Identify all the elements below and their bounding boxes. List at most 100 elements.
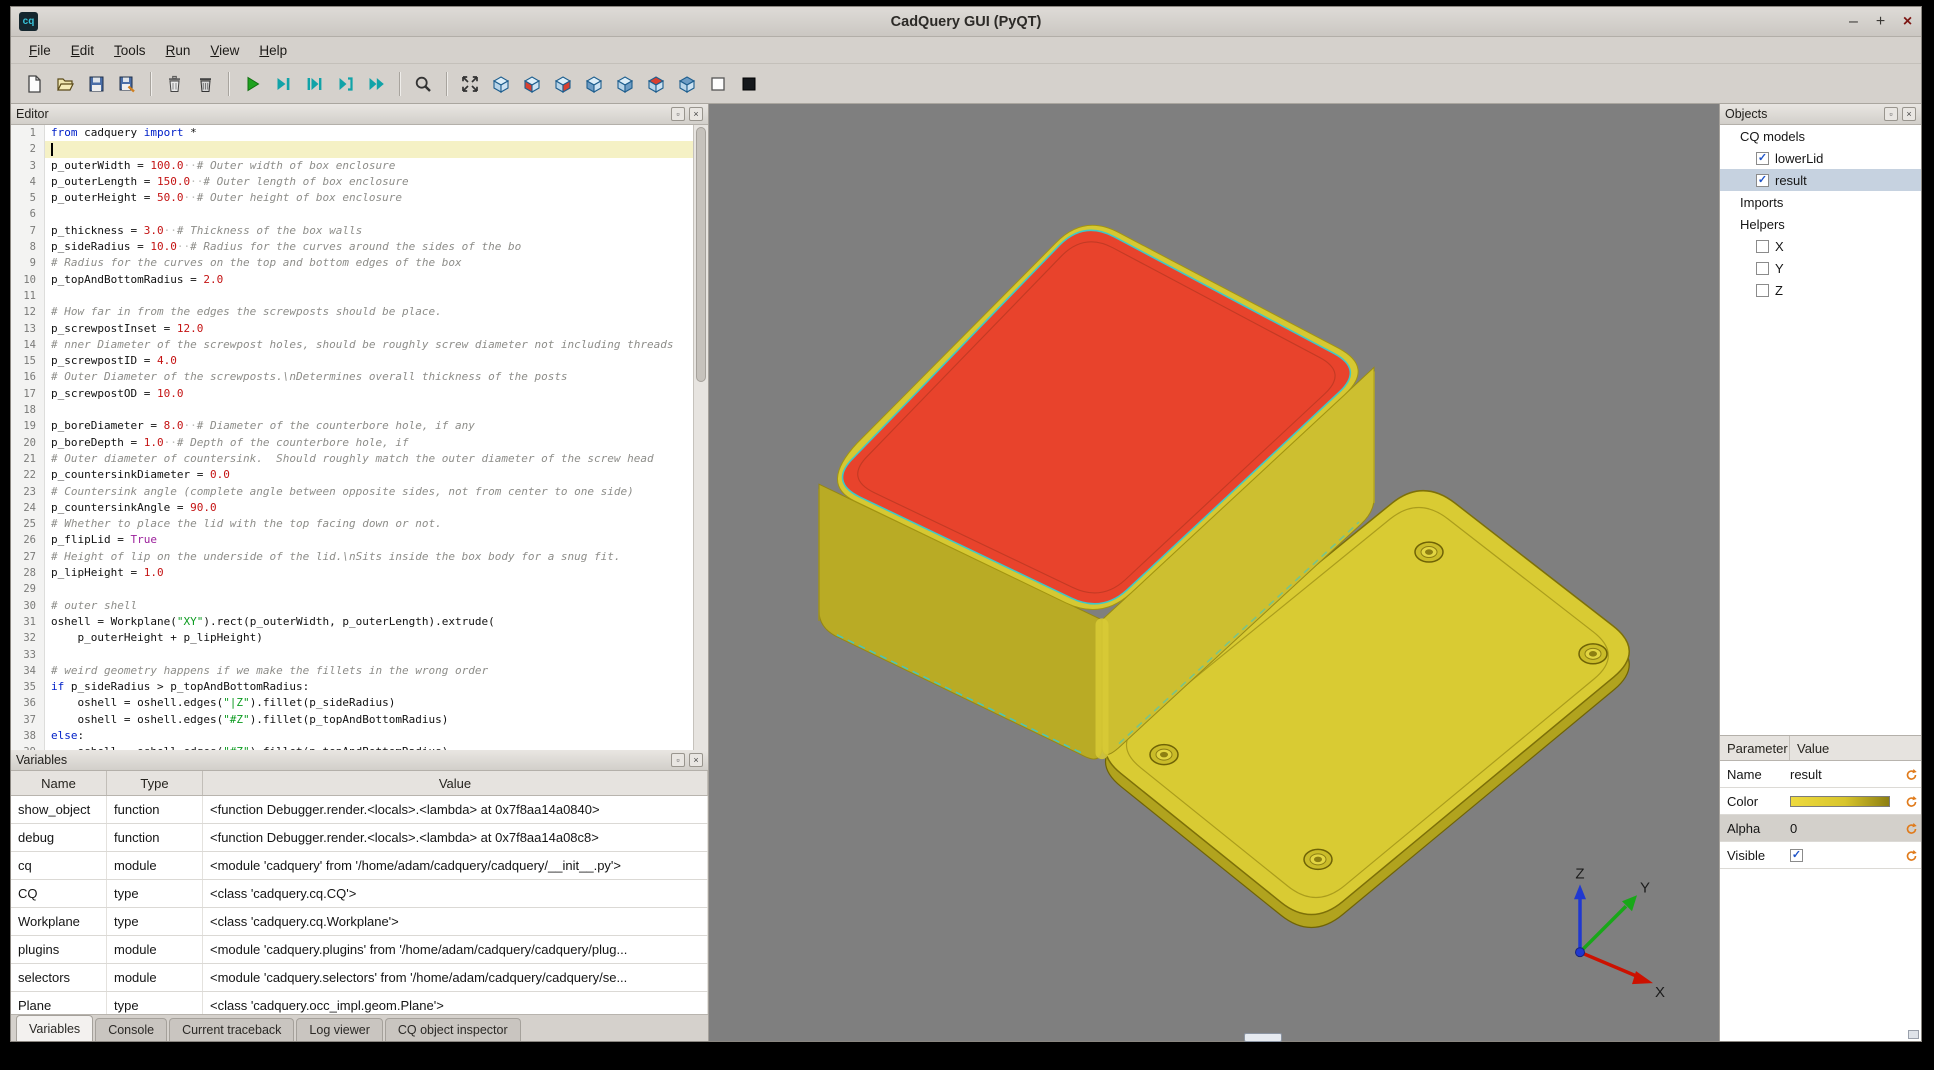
code-line[interactable]: 8p_sideRadius = 10.0··# Radius for the c… (11, 239, 693, 255)
visibility-checkbox[interactable]: ✓ (1756, 174, 1769, 187)
close-pane-icon[interactable]: × (689, 753, 703, 767)
step-button[interactable] (299, 69, 329, 98)
fit-all-button[interactable] (455, 69, 485, 98)
table-row[interactable]: CQtype<class 'cadquery.cq.CQ'> (11, 880, 708, 908)
editor-pane-header[interactable]: Editor ▫ × (11, 104, 708, 125)
tree-item-lowerlid[interactable]: ✓lowerLid (1720, 147, 1921, 169)
code-line[interactable]: 28p_lipHeight = 1.0 (11, 565, 693, 581)
code-line[interactable]: 35if p_sideRadius > p_topAndBottomRadius… (11, 679, 693, 695)
param-row-name[interactable]: Nameresult (1720, 761, 1921, 788)
reset-icon[interactable] (1901, 768, 1921, 781)
reset-icon[interactable] (1901, 822, 1921, 835)
open-file-button[interactable] (50, 69, 80, 98)
menu-item-view[interactable]: View (200, 39, 249, 62)
menu-item-file[interactable]: File (19, 39, 61, 62)
table-row[interactable]: show_objectfunction<function Debugger.re… (11, 796, 708, 824)
code-line[interactable]: 18 (11, 402, 693, 418)
visibility-checkbox[interactable] (1756, 284, 1769, 297)
editor-scrollbar-thumb[interactable] (696, 127, 706, 382)
param-row-alpha[interactable]: Alpha0 (1720, 815, 1921, 842)
table-row[interactable]: cqmodule<module 'cadquery' from '/home/a… (11, 852, 708, 880)
tab-cq-object-inspector[interactable]: CQ object inspector (385, 1018, 521, 1041)
resize-grip[interactable] (1908, 1030, 1919, 1039)
screw-hole[interactable] (1304, 849, 1332, 869)
back-view-button[interactable] (548, 69, 578, 98)
code-line[interactable]: 3p_outerWidth = 100.0··# Outer width of … (11, 158, 693, 174)
code-line[interactable]: 4p_outerLength = 150.0··# Outer length o… (11, 174, 693, 190)
menu-item-tools[interactable]: Tools (104, 39, 156, 62)
color-swatch[interactable] (1790, 796, 1890, 807)
visibility-checkbox[interactable] (1756, 240, 1769, 253)
column-header-parameter[interactable]: Parameter (1720, 736, 1790, 760)
new-file-button[interactable] (19, 69, 49, 98)
editor-code[interactable]: 1from cadquery import *23p_outerWidth = … (11, 125, 693, 750)
screw-hole[interactable] (1150, 745, 1178, 765)
code-line[interactable]: 10p_topAndBottomRadius = 2.0 (11, 272, 693, 288)
float-pane-icon[interactable]: ▫ (671, 753, 685, 767)
save-button[interactable] (81, 69, 111, 98)
float-pane-icon[interactable]: ▫ (671, 107, 685, 121)
code-line[interactable]: 23# Countersink angle (complete angle be… (11, 484, 693, 500)
objects-pane-header[interactable]: Objects ▫ × (1720, 104, 1921, 125)
delete-button[interactable] (159, 69, 189, 98)
variables-pane-header[interactable]: Variables ▫ × (11, 750, 708, 771)
code-line[interactable]: 7p_thickness = 3.0··# Thickness of the b… (11, 223, 693, 239)
code-line[interactable]: 31oshell = Workplane("XY").rect(p_outerW… (11, 614, 693, 630)
table-row[interactable]: selectorsmodule<module 'cadquery.selecto… (11, 964, 708, 992)
tree-item-result[interactable]: ✓result (1720, 169, 1921, 191)
viewport-3d-scene[interactable]: Z Y X (709, 104, 1719, 1041)
run-button[interactable] (237, 69, 267, 98)
code-line[interactable]: 30# outer shell (11, 598, 693, 614)
tab-current-traceback[interactable]: Current traceback (169, 1018, 294, 1041)
visibility-checkbox[interactable] (1756, 262, 1769, 275)
column-header-value[interactable]: Value (1790, 736, 1921, 760)
code-line[interactable]: 17p_screwpostOD = 10.0 (11, 386, 693, 402)
code-line[interactable]: 37 oshell = oshell.edges("#Z").fillet(p_… (11, 712, 693, 728)
float-pane-icon[interactable]: ▫ (1884, 107, 1898, 121)
solid-shading-button[interactable] (734, 69, 764, 98)
code-line[interactable]: 27# Height of lip on the underside of th… (11, 549, 693, 565)
param-row-visible[interactable]: Visible✓ (1720, 842, 1921, 869)
code-line[interactable]: 25# Whether to place the lid with the to… (11, 516, 693, 532)
menu-item-help[interactable]: Help (249, 39, 297, 62)
tab-console[interactable]: Console (95, 1018, 167, 1041)
code-line[interactable]: 34# weird geometry happens if we make th… (11, 663, 693, 679)
code-line[interactable]: 12# How far in from the edges the screwp… (11, 304, 693, 320)
code-line[interactable]: 38else: (11, 728, 693, 744)
code-line[interactable]: 16# Outer Diameter of the screwposts.\nD… (11, 369, 693, 385)
tree-item-cq-models[interactable]: CQ models (1720, 125, 1921, 147)
table-row[interactable]: Planetype<class 'cadquery.occ_impl.geom.… (11, 992, 708, 1014)
table-row[interactable]: pluginsmodule<module 'cadquery.plugins' … (11, 936, 708, 964)
code-line[interactable]: 33 (11, 647, 693, 663)
table-row[interactable]: debugfunction<function Debugger.render.<… (11, 824, 708, 852)
outline-shading-button[interactable] (703, 69, 733, 98)
code-line[interactable]: 21# Outer diameter of countersink. Shoul… (11, 451, 693, 467)
right-view-button[interactable] (610, 69, 640, 98)
bottom-view-button[interactable] (672, 69, 702, 98)
screw-hole[interactable] (1579, 644, 1607, 664)
screw-hole[interactable] (1415, 542, 1443, 562)
code-line[interactable]: 19p_boreDiameter = 8.0··# Diameter of th… (11, 418, 693, 434)
code-line[interactable]: 39 oshell = oshell.edges("#Z").fillet(p_… (11, 744, 693, 750)
code-line[interactable]: 14# nner Diameter of the screwpost holes… (11, 337, 693, 353)
reset-icon[interactable] (1901, 849, 1921, 862)
tree-item-helpers[interactable]: Helpers (1720, 213, 1921, 235)
tree-item-imports[interactable]: Imports (1720, 191, 1921, 213)
code-line[interactable]: 20p_boreDepth = 1.0··# Depth of the coun… (11, 435, 693, 451)
code-line[interactable]: 13p_screwpostInset = 12.0 (11, 321, 693, 337)
title-bar[interactable]: cq CadQuery GUI (PyQT) – + × (11, 7, 1921, 37)
visibility-checkbox[interactable]: ✓ (1756, 152, 1769, 165)
step-into-button[interactable] (330, 69, 360, 98)
code-line[interactable]: 26p_flipLid = True (11, 532, 693, 548)
debug-button[interactable] (268, 69, 298, 98)
param-text-value[interactable]: 0 (1790, 821, 1797, 836)
trash-button[interactable] (190, 69, 220, 98)
param-text-value[interactable]: result (1790, 767, 1822, 782)
tab-log-viewer[interactable]: Log viewer (296, 1018, 382, 1041)
param-row-color[interactable]: Color (1720, 788, 1921, 815)
code-line[interactable]: 5p_outerHeight = 50.0··# Outer height of… (11, 190, 693, 206)
code-line[interactable]: 24p_countersinkAngle = 90.0 (11, 500, 693, 516)
maximize-button[interactable]: + (1867, 10, 1894, 34)
save-as-button[interactable] (112, 69, 142, 98)
param-checkbox[interactable]: ✓ (1790, 849, 1803, 862)
